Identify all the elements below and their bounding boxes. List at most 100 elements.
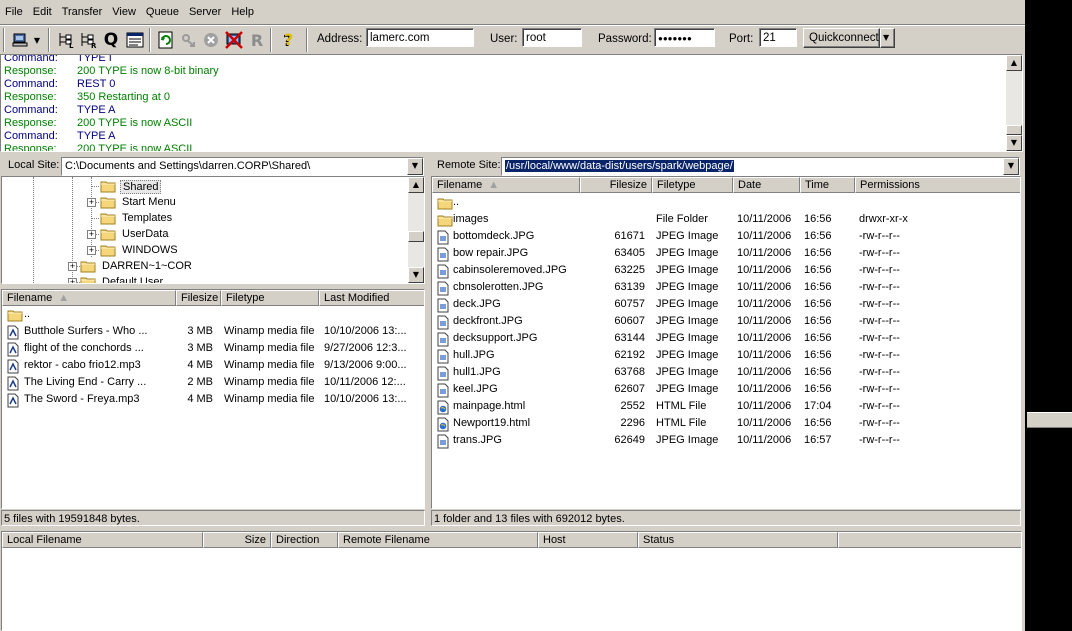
remote-file-row[interactable]: deck.JPG 60757 JPEG Image 10/11/2006 16:… — [432, 296, 1020, 313]
remote-file-row[interactable]: cabinsoleremoved.JPG 63225 JPEG Image 10… — [432, 262, 1020, 279]
refresh-icon[interactable] — [156, 30, 176, 50]
remote-file-row[interactable]: cbnsolerotten.JPG 63139 JPEG Image 10/11… — [432, 279, 1020, 296]
local-file-row[interactable]: The Sword - Freya.mp3 4 MB Winamp media … — [2, 391, 424, 408]
remote-site-path[interactable]: /usr/local/www/data-dist/users/spark/web… — [501, 157, 1020, 176]
local-site-path[interactable]: C:\Documents and Settings\darren.CORP\Sh… — [61, 157, 424, 176]
local-col-filesize[interactable]: Filesize — [176, 290, 221, 306]
remote-file-row[interactable]: images File Folder 10/11/2006 16:56 drwx… — [432, 211, 1020, 228]
quickconnect-button[interactable]: Quickconnect — [803, 28, 880, 48]
remote-file-row[interactable]: keel.JPG 62607 JPEG Image 10/11/2006 16:… — [432, 381, 1020, 398]
menu-file[interactable]: File — [0, 4, 28, 20]
remote-file-row[interactable]: .. — [432, 194, 1020, 211]
queue-col-direction[interactable]: Direction — [271, 532, 338, 548]
remote-file-type: HTML File — [656, 417, 707, 429]
local-file-size: 3 MB — [187, 342, 213, 354]
log-scrollbar[interactable]: ▲ ▼ — [1006, 55, 1022, 151]
queue-col-remote-filename[interactable]: Remote Filename — [338, 532, 538, 548]
queue-col-direction-label: Direction — [276, 534, 320, 546]
scroll-up-icon[interactable]: ▲ — [408, 177, 424, 193]
menu-help[interactable]: Help — [226, 4, 259, 20]
remote-file-row[interactable]: deckfront.JPG 60607 JPEG Image 10/11/200… — [432, 313, 1020, 330]
menu-transfer[interactable]: Transfer — [57, 4, 108, 20]
remote-col-permissions[interactable]: Permissions — [855, 177, 1020, 193]
remote-file-row[interactable]: trans.JPG 62649 JPEG Image 10/11/2006 16… — [432, 432, 1020, 449]
remote-col-filetype[interactable]: Filetype — [652, 177, 733, 193]
remote-file-row[interactable]: Newport19.html 2296 HTML File 10/11/2006… — [432, 415, 1020, 432]
remote-path-dropdown-icon[interactable]: ▼ — [1003, 158, 1019, 175]
media-file-icon — [7, 393, 19, 411]
password-input[interactable]: ●●●●●●● — [654, 28, 715, 47]
remote-file-row[interactable]: decksupport.JPG 63144 JPEG Image 10/11/2… — [432, 330, 1020, 347]
dropdown-arrow-icon[interactable]: ▼ — [31, 30, 43, 50]
scroll-down-icon[interactable]: ▼ — [1006, 135, 1022, 151]
port-input[interactable]: 21 — [759, 28, 797, 47]
remote-file-time: 16:56 — [804, 417, 832, 429]
remote-file-name: keel.JPG — [453, 383, 498, 395]
menu-server[interactable]: Server — [184, 4, 226, 20]
local-file-row[interactable]: .. — [2, 306, 424, 323]
toggle-log-icon[interactable] — [125, 30, 145, 50]
local-file-row[interactable]: The Living End - Carry ... 2 MB Winamp m… — [2, 374, 424, 391]
background-scroll-thumb — [1027, 412, 1072, 428]
queue-col-host[interactable]: Host — [538, 532, 638, 548]
remote-file-size: 63225 — [614, 264, 645, 276]
remote-file-row[interactable]: hull1.JPG 63768 JPEG Image 10/11/2006 16… — [432, 364, 1020, 381]
log-message: 200 TYPE is now ASCII — [77, 143, 193, 152]
remote-file-row[interactable]: bow repair.JPG 63405 JPEG Image 10/11/20… — [432, 245, 1020, 262]
cancel-icon[interactable] — [201, 30, 221, 50]
queue-col-local-filename[interactable]: Local Filename — [2, 532, 203, 548]
local-col-filetype[interactable]: Filetype — [221, 290, 319, 306]
scroll-up-icon[interactable]: ▲ — [1006, 55, 1022, 71]
port-label: Port: — [729, 33, 754, 45]
toggle-queue-icon[interactable]: Q — [101, 30, 121, 50]
local-file-row[interactable]: Butthole Surfers - Who ... 3 MB Winamp m… — [2, 323, 424, 340]
toggle-local-tree-icon[interactable]: L — [56, 30, 76, 50]
tree-folder-label: Start Menu — [122, 196, 176, 208]
remote-file-row[interactable]: bottomdeck.JPG 61671 JPEG Image 10/11/20… — [432, 228, 1020, 245]
menu-view[interactable]: View — [107, 4, 141, 20]
log-kind: Response: — [4, 65, 57, 77]
remote-col-date-label: Date — [738, 179, 762, 191]
queue-col-status[interactable]: Status — [638, 532, 838, 548]
toggle-remote-tree-icon[interactable]: R — [78, 30, 98, 50]
remote-site-label: Remote Site: — [437, 159, 501, 171]
local-file-row[interactable]: flight of the conchords ... 3 MB Winamp … — [2, 340, 424, 357]
help-icon[interactable]: ?? — [279, 30, 299, 50]
disconnect-icon[interactable] — [224, 30, 244, 50]
toolbar-grip — [3, 28, 5, 52]
menu-edit[interactable]: Edit — [28, 4, 57, 20]
remote-file-row[interactable]: mainpage.html 2552 HTML File 10/11/2006 … — [432, 398, 1020, 415]
scroll-down-icon[interactable]: ▼ — [408, 267, 424, 283]
tree-expand-icon[interactable]: + — [87, 230, 96, 239]
process-queue-icon[interactable] — [178, 30, 198, 50]
remote-file-date: 10/11/2006 — [737, 349, 792, 361]
remote-col-date[interactable]: Date — [733, 177, 800, 193]
local-col-filename[interactable]: Filename ▲ — [2, 290, 176, 306]
log-scroll-thumb[interactable] — [1006, 125, 1022, 135]
tree-expand-icon[interactable]: + — [68, 262, 77, 271]
remote-file-date: 10/11/2006 — [737, 417, 792, 429]
log-message: 350 Restarting at 0 — [77, 91, 170, 103]
address-input[interactable]: lamerc.com — [366, 28, 474, 47]
remote-col-time[interactable]: Time — [800, 177, 855, 193]
remote-col-permissions-label: Permissions — [860, 179, 920, 191]
remote-file-row[interactable]: hull.JPG 62192 JPEG Image 10/11/2006 16:… — [432, 347, 1020, 364]
quickconnect-dropdown-icon[interactable]: ▼ — [880, 28, 895, 48]
local-tree-scrollbar[interactable]: ▲ ▼ — [408, 177, 424, 283]
user-input[interactable]: root — [522, 28, 582, 47]
remote-col-filesize[interactable]: Filesize — [580, 177, 652, 193]
local-path-dropdown-icon[interactable]: ▼ — [407, 158, 423, 175]
remote-file-date: 10/11/2006 — [737, 315, 792, 327]
remote-file-permissions: -rw-r--r-- — [859, 366, 900, 378]
queue-col-size[interactable]: Size — [203, 532, 271, 548]
reconnect-icon[interactable]: R — [247, 30, 267, 50]
tree-expand-icon[interactable]: + — [87, 198, 96, 207]
tree-expand-icon[interactable]: + — [68, 278, 77, 283]
remote-col-filename[interactable]: Filename ▲ — [432, 177, 580, 193]
local-file-row[interactable]: rektor - cabo frio12.mp3 4 MB Winamp med… — [2, 357, 424, 374]
local-tree-scroll-thumb[interactable] — [408, 231, 424, 242]
local-col-modified[interactable]: Last Modified — [319, 290, 424, 306]
menu-queue[interactable]: Queue — [141, 4, 184, 20]
site-manager-icon[interactable] — [11, 30, 31, 50]
tree-expand-icon[interactable]: + — [87, 246, 96, 255]
